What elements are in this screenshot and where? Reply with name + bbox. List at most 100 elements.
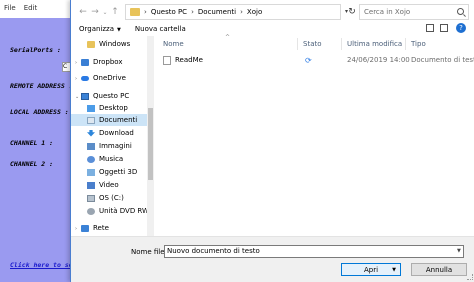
sidebar-item-label: Video: [99, 181, 119, 189]
sidebar-item-label: Immagini: [99, 142, 132, 150]
change-view-icon[interactable]: [426, 24, 434, 32]
breadcrumb-xojo[interactable]: Xojo: [247, 8, 262, 16]
sidebar-item-label: OneDrive: [93, 74, 126, 82]
search-placeholder: Cerca in Xojo: [364, 8, 411, 16]
search-icon: [457, 8, 464, 15]
collapse-chevron-icon[interactable]: ⌄: [75, 94, 79, 100]
sidebar-item-windows[interactable]: Windows: [71, 38, 147, 50]
sidebar-item-desktop[interactable]: Desktop: [71, 102, 147, 114]
open-button[interactable]: Apri ▼: [341, 263, 401, 276]
up-arrow-icon[interactable]: ↑: [109, 4, 121, 20]
column-tipo[interactable]: Tipo: [411, 40, 426, 48]
address-bar[interactable]: › Questo PC › Documenti › Xojo: [125, 4, 341, 20]
resize-grip[interactable]: [467, 274, 473, 280]
expand-chevron-icon[interactable]: ›: [75, 60, 77, 66]
column-divider[interactable]: [405, 38, 406, 50]
sidebar-item-label: Musica: [99, 155, 124, 163]
sidebar-scrollbar-thumb[interactable]: [148, 108, 153, 180]
sidebar-item-download[interactable]: Download: [71, 127, 147, 139]
sidebar-item-label: OS (C:): [99, 194, 124, 202]
sidebar-item-onedrive[interactable]: OneDrive: [71, 72, 147, 84]
sidebar-item-label: Dropbox: [93, 58, 123, 66]
menu-bar: File Edit: [0, 0, 70, 16]
sidebar-item-dvd-drive[interactable]: Unità DVD RW (: [71, 205, 154, 217]
navigation-bar: ← → ⌄ ↑ › Questo PC › Documenti › Xojo ▾…: [71, 0, 474, 24]
search-input[interactable]: Cerca in Xojo: [359, 4, 469, 20]
column-nome[interactable]: Nome: [163, 40, 184, 48]
open-file-dialog: ← → ⌄ ↑ › Questo PC › Documenti › Xojo ▾…: [70, 0, 474, 282]
dvd-drive-icon: [87, 207, 95, 215]
column-divider[interactable]: [341, 38, 342, 50]
download-icon: [87, 129, 95, 137]
folder-icon: [130, 8, 140, 16]
file-name: ReadMe: [175, 56, 203, 64]
back-arrow-icon[interactable]: ←: [77, 4, 89, 20]
cloud-icon: [81, 75, 89, 81]
file-list: ^ Nome Stato Ultima modifica Tipo ReadMe…: [157, 34, 474, 236]
sidebar-item-immagini[interactable]: Immagini: [71, 140, 147, 152]
settings-panel: SerialPorts : C REMOTE ADDRESS : LOCAL A…: [0, 18, 73, 282]
sidebar-item-video[interactable]: Video: [71, 179, 147, 191]
breadcrumb-documenti[interactable]: Documenti: [198, 8, 236, 16]
network-icon: [81, 224, 89, 232]
serial-ports-label: SerialPorts :: [10, 46, 61, 54]
computer-icon: [81, 92, 89, 100]
sidebar-item-os-c[interactable]: OS (C:): [71, 192, 147, 204]
chevron-down-icon[interactable]: ▼: [457, 248, 461, 254]
sidebar-item-label: Desktop: [99, 104, 128, 112]
3d-objects-icon: [87, 168, 95, 176]
dialog-footer: Nome file: Nuovo documento di testo ▼ Ap…: [71, 236, 474, 282]
channel-2-label: CHANNEL 2 :: [10, 160, 54, 168]
filename-label: Nome file:: [131, 248, 167, 256]
dropbox-icon: [81, 58, 89, 66]
sidebar-item-label: Rete: [93, 224, 109, 232]
open-button-label: Apri: [363, 265, 379, 274]
sort-ascending-icon: ^: [225, 34, 231, 41]
sidebar-item-label: Oggetti 3D: [99, 168, 138, 176]
new-folder-button[interactable]: Nuova cartella: [135, 25, 186, 33]
column-divider[interactable]: [297, 38, 298, 50]
expand-chevron-icon[interactable]: ›: [75, 226, 77, 232]
refresh-icon[interactable]: ↻: [345, 4, 359, 20]
breadcrumb-questo-pc[interactable]: Questo PC: [151, 8, 187, 16]
breadcrumb-separator-icon[interactable]: ›: [144, 8, 147, 16]
help-link[interactable]: Click here to se: [10, 261, 73, 269]
sidebar-item-rete[interactable]: Rete: [71, 222, 147, 234]
column-stato[interactable]: Stato: [303, 40, 322, 48]
sync-icon: ⟳: [305, 55, 312, 65]
documents-icon: [87, 116, 95, 124]
preview-pane-icon[interactable]: [440, 24, 448, 32]
text-file-icon: [163, 55, 171, 65]
breadcrumb-separator-icon[interactable]: ›: [191, 8, 194, 16]
pictures-icon: [87, 142, 95, 150]
remote-address-label: REMOTE ADDRESS :: [10, 82, 73, 90]
music-icon: [87, 155, 95, 163]
sidebar-item-oggetti-3d[interactable]: Oggetti 3D: [71, 166, 147, 178]
video-icon: [87, 181, 95, 189]
sidebar-item-label: Download: [99, 129, 134, 137]
chevron-down-icon[interactable]: ▼: [392, 267, 396, 273]
view-options: [426, 24, 448, 32]
organize-button[interactable]: Organizza ▼: [79, 25, 121, 33]
expand-chevron-icon[interactable]: ›: [75, 76, 77, 82]
folder-icon: [87, 40, 95, 48]
organize-label: Organizza: [79, 25, 115, 33]
desktop-icon: [87, 104, 95, 112]
table-row[interactable]: ReadMe ⟳ 24/06/2019 14:00 Documento di t…: [157, 54, 474, 66]
help-icon[interactable]: ?: [456, 23, 466, 33]
chevron-down-icon: ▼: [117, 27, 121, 33]
sidebar-item-dropbox[interactable]: Dropbox: [71, 56, 147, 68]
menu-file[interactable]: File: [4, 4, 16, 12]
cancel-button[interactable]: Annulla: [411, 263, 467, 276]
filename-field[interactable]: Nuovo documento di testo: [164, 245, 464, 258]
command-bar: Organizza ▼ Nuova cartella: [71, 22, 474, 36]
sidebar-item-label: Unità DVD RW (: [99, 207, 154, 215]
drive-icon: [87, 194, 95, 202]
sidebar-item-musica[interactable]: Musica: [71, 153, 147, 165]
menu-edit[interactable]: Edit: [24, 4, 38, 12]
breadcrumb-separator-icon[interactable]: ›: [240, 8, 243, 16]
file-modified: 24/06/2019 14:00: [347, 56, 410, 64]
column-ultima-modifica[interactable]: Ultima modifica: [347, 40, 402, 48]
sidebar-item-documenti[interactable]: Documenti: [71, 114, 147, 126]
sidebar-item-questo-pc[interactable]: Questo PC: [71, 90, 147, 102]
